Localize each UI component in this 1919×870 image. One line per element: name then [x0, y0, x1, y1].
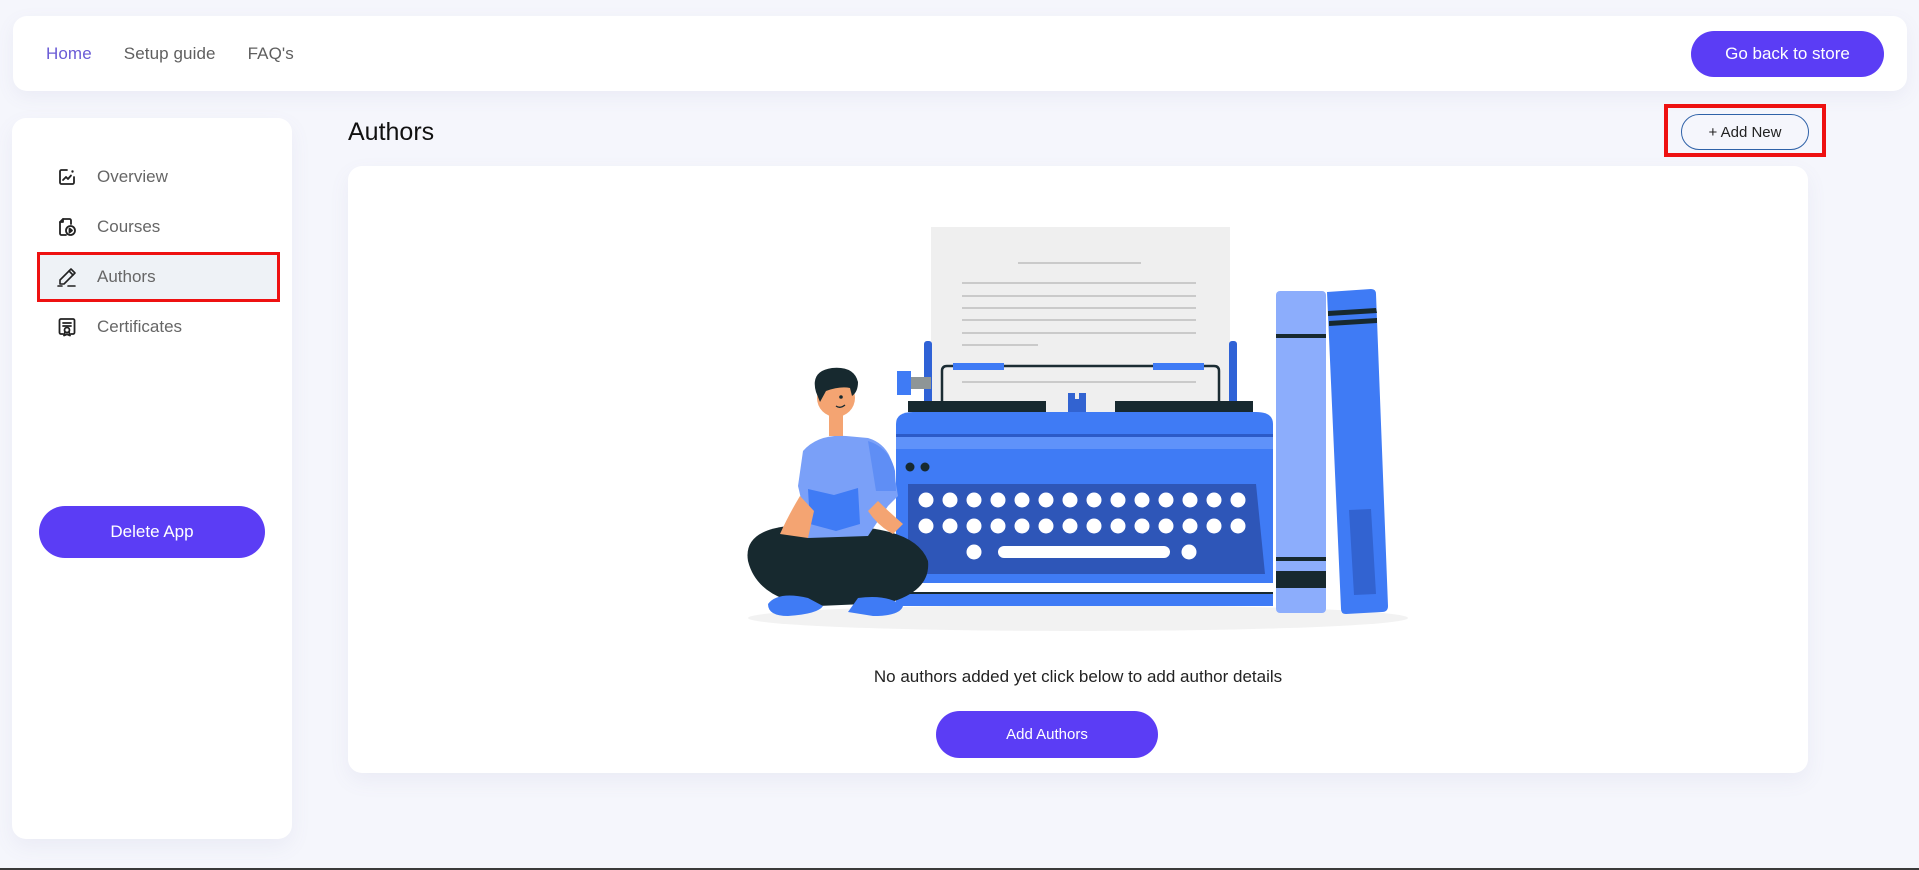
typewriter-key [1206, 492, 1222, 508]
add-authors-button[interactable]: Add Authors [936, 711, 1158, 758]
typewriter-key [1062, 492, 1078, 508]
add-new-button[interactable]: + Add New [1681, 114, 1809, 150]
book-light [1276, 291, 1326, 613]
page-title: Authors [348, 118, 435, 146]
typewriter-key [1086, 518, 1102, 534]
book-dark [1327, 289, 1388, 614]
typewriter-key [1158, 518, 1174, 534]
typewriter-illustration [747, 227, 1408, 631]
sidebar-item-label: Authors [97, 267, 156, 286]
spacebar [998, 546, 1170, 558]
typewriter-key [918, 518, 934, 534]
typewriter-key [1206, 518, 1222, 534]
typewriter-key [990, 518, 1006, 534]
typewriter-key [966, 492, 982, 508]
sidebar-item-label: Certificates [97, 317, 183, 336]
typewriter-key [1134, 492, 1150, 508]
sidebar-item-certificates[interactable]: Certificates [37, 302, 280, 352]
typewriter-key [918, 492, 934, 508]
chart-edit-icon [56, 166, 78, 188]
paper [931, 227, 1230, 417]
nav-links: Home Setup guide FAQ's [46, 44, 326, 64]
delete-app-button[interactable]: Delete App [39, 506, 265, 558]
typewriter-key [1038, 492, 1054, 508]
top-navigation: Home Setup guide FAQ's Go back to store [13, 16, 1907, 91]
pencil-icon [56, 266, 78, 288]
typewriter-key [942, 492, 958, 508]
sidebar-item-label: Courses [97, 217, 161, 236]
sidebar-menu: Overview Courses Authors Certificates [37, 152, 280, 352]
course-play-icon [56, 216, 78, 238]
typewriter-key [1110, 518, 1126, 534]
right-post [1229, 341, 1237, 406]
add-new-highlight: + Add New [1664, 104, 1826, 157]
typewriter-key [1230, 518, 1246, 534]
typewriter-key [1014, 518, 1030, 534]
sidebar-item-label: Overview [97, 167, 168, 186]
empty-state-message: No authors added yet click below to add … [873, 667, 1283, 686]
sidebar-item-courses[interactable]: Courses [37, 202, 280, 252]
sidebar-item-overview[interactable]: Overview [37, 152, 280, 202]
typewriter-key [1182, 518, 1198, 534]
go-back-to-store-button[interactable]: Go back to store [1691, 31, 1884, 77]
nav-link-setup-guide[interactable]: Setup guide [124, 44, 216, 64]
typewriter-key [1134, 518, 1150, 534]
left-post [924, 341, 932, 406]
typewriter-key [1062, 518, 1078, 534]
typewriter-key [1158, 492, 1174, 508]
nav-link-home[interactable]: Home [46, 44, 92, 64]
typewriter-key [990, 492, 1006, 508]
platen-knob [897, 371, 911, 395]
typewriter-key [1086, 492, 1102, 508]
typewriter-key [1110, 492, 1126, 508]
certificate-icon [56, 316, 78, 338]
typewriter-key [1182, 492, 1198, 508]
typewriter-key [1230, 492, 1246, 508]
typewriter-key [1014, 492, 1030, 508]
typewriter-key [942, 518, 958, 534]
typewriter-key [1038, 518, 1054, 534]
sidebar: Overview Courses Authors Certificates De… [12, 118, 292, 839]
authors-empty-state-card: No authors added yet click below to add … [348, 166, 1808, 773]
typewriter-key [966, 518, 982, 534]
typewriter-body [896, 412, 1273, 606]
nav-link-faqs[interactable]: FAQ's [248, 44, 294, 64]
sidebar-item-authors[interactable]: Authors [37, 252, 280, 302]
